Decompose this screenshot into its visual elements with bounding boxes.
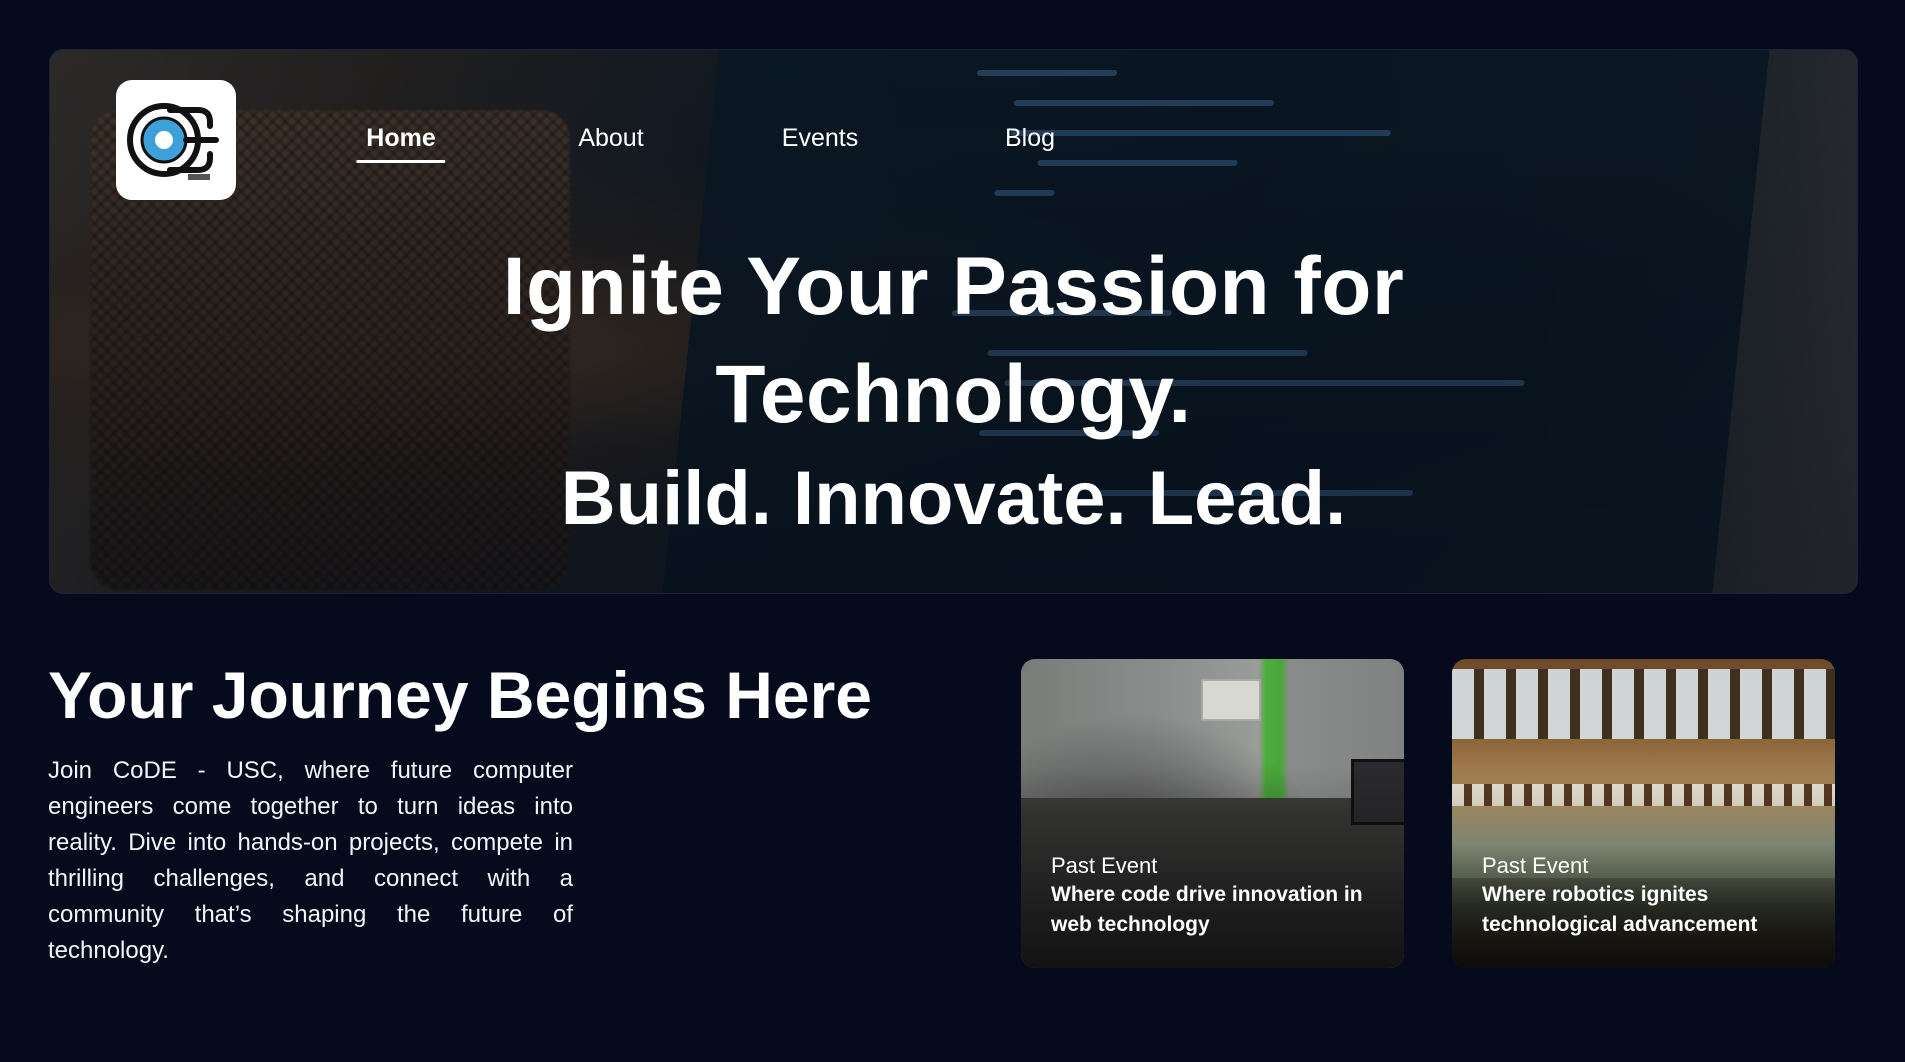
hero-title-line2: Technology.	[715, 349, 1192, 440]
nav-about[interactable]: About	[578, 124, 643, 153]
nav-home[interactable]: Home	[356, 124, 447, 163]
event-card-web[interactable]: Past Event Where code drive innovation i…	[1021, 659, 1404, 968]
hero-subtitle: Build. Innovate. Lead.	[560, 456, 1347, 541]
journey-title: Your Journey Begins Here	[48, 658, 873, 732]
event-card-text: Past Event Where robotics ignites techno…	[1482, 852, 1815, 940]
nav-events[interactable]: Events	[782, 124, 858, 153]
event-card-text: Past Event Where code drive innovation i…	[1051, 852, 1384, 940]
event-card-robotics[interactable]: Past Event Where robotics ignites techno…	[1452, 659, 1835, 968]
event-card-label: Past Event	[1051, 853, 1158, 878]
event-card-title: Where code drive innovation in web techn…	[1051, 883, 1363, 936]
nav-blog[interactable]: Blog	[1005, 124, 1055, 153]
hero-title-line1: Ignite Your Passion for	[502, 241, 1405, 332]
journey-description: Join CoDE - USC, where future computer e…	[48, 757, 573, 964]
hero-title: Ignite Your Passion for Technology.	[50, 233, 1857, 449]
hero-banner: Home About Events Blog Ignite Your Passi…	[49, 49, 1858, 594]
event-card-label: Past Event	[1482, 853, 1589, 878]
main-nav: Home About Events Blog	[50, 124, 1857, 164]
event-card-title: Where robotics ignites technological adv…	[1482, 883, 1758, 936]
